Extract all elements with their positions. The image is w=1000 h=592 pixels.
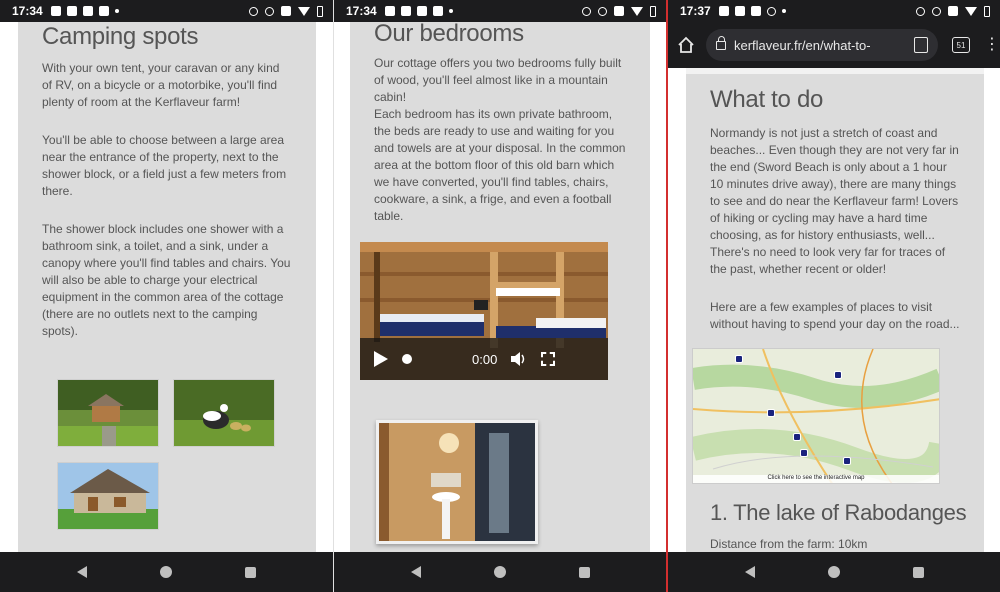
sim-icon: [82, 6, 93, 16]
distance-text: Distance from the farm: 10km: [710, 537, 868, 551]
photo-thumbnail-ducks[interactable]: [173, 379, 275, 447]
system-nav-bar: [0, 552, 333, 592]
battery-icon: [984, 5, 990, 17]
more-notifications-icon: [114, 9, 119, 13]
link-icon: [932, 6, 941, 16]
status-time: 17:34: [346, 4, 377, 18]
usb-icon: [734, 6, 745, 16]
map-image-link[interactable]: Click here to see the interactive map: [692, 348, 940, 484]
status-time: 17:34: [12, 4, 43, 18]
status-bar: 17:34: [0, 0, 333, 22]
map-pin-icon: [843, 457, 851, 465]
page-content[interactable]: What to do Normandy is not just a stretc…: [668, 68, 1000, 552]
bird-icon: [66, 6, 77, 16]
status-bar: 17:34: [334, 0, 666, 22]
home-icon[interactable]: [493, 566, 506, 578]
browser-toolbar: kerflaveur.fr/en/what-to- 51 ⋮: [668, 22, 1000, 68]
phone-screen-camping: 17:34 Camping spots With your own tent, …: [0, 0, 333, 592]
more-notifications-icon: [781, 9, 786, 13]
paragraph: The shower block includes one shower wit…: [42, 222, 291, 338]
phone-screen-what-to-do: 17:37 kerflaveur.fr/en/what-to- 51 ⋮ Wha…: [668, 0, 1000, 592]
battery-icon: [317, 5, 323, 17]
map-pin-icon: [735, 355, 743, 363]
recent-apps-icon[interactable]: [912, 566, 924, 578]
paragraph: Here are a few examples of places to vis…: [710, 300, 960, 331]
address-bar[interactable]: kerflaveur.fr/en/what-to-: [706, 29, 938, 61]
wifi-icon: [631, 6, 643, 16]
page-title: What to do: [710, 86, 824, 113]
status-time: 17:37: [680, 4, 711, 18]
status-bar: 17:37: [668, 0, 1000, 22]
alarm-icon: [582, 6, 591, 16]
fullscreen-icon[interactable]: [541, 352, 556, 366]
image-icon: [384, 6, 395, 16]
recent-apps-icon[interactable]: [578, 566, 590, 578]
url-text: kerflaveur.fr/en/what-to-: [734, 37, 871, 53]
content-card: Camping spots With your own tent, your c…: [18, 22, 316, 552]
photo-thumbnail-field[interactable]: [57, 379, 159, 447]
map-caption: Click here to see the interactive map: [767, 475, 865, 481]
back-icon[interactable]: [76, 566, 87, 578]
paragraph: Our cottage offers you two bedrooms full…: [374, 56, 622, 104]
section-title: 1. The lake of Rabodanges: [710, 500, 967, 525]
record-icon: [766, 6, 776, 16]
video-controls: 0:00: [360, 338, 608, 380]
alarm-icon: [916, 6, 925, 16]
vibrate-icon: [614, 6, 624, 16]
sim-icon: [416, 6, 427, 16]
home-icon[interactable]: [159, 566, 172, 578]
system-nav-bar: [334, 552, 666, 592]
volume-icon[interactable]: [511, 352, 527, 366]
home-icon[interactable]: [676, 35, 696, 55]
wifi-icon: [965, 6, 977, 16]
page-title: Our bedrooms: [374, 22, 524, 47]
home-icon[interactable]: [827, 566, 840, 578]
video-time: 0:00: [472, 351, 498, 367]
back-icon[interactable]: [410, 566, 421, 578]
map-pin-icon: [793, 433, 801, 441]
photo-bathroom[interactable]: [376, 420, 538, 544]
image-icon: [50, 6, 61, 16]
link-icon: [265, 6, 274, 16]
map-pin-icon: [834, 371, 842, 379]
paragraph: Normandy is not just a stretch of coast …: [710, 126, 959, 276]
page-title: Camping spots: [42, 23, 199, 50]
bird-icon: [718, 6, 729, 16]
usb-icon: [432, 6, 443, 16]
map-pin-icon: [800, 449, 808, 457]
bird-icon: [400, 6, 411, 16]
system-nav-bar: [668, 552, 1000, 592]
seek-slider[interactable]: [402, 354, 412, 364]
overflow-menu-icon[interactable]: ⋮: [984, 37, 1000, 53]
page-content[interactable]: Our bedrooms Our cottage offers you two …: [334, 22, 666, 552]
sim-icon: [750, 6, 761, 16]
vibrate-icon: [948, 6, 958, 16]
reader-mode-icon[interactable]: [914, 37, 928, 53]
section-divider: [686, 68, 984, 74]
tab-switcher-button[interactable]: 51: [952, 37, 970, 53]
paragraph: With your own tent, your caravan or any …: [42, 61, 280, 109]
alarm-icon: [249, 6, 258, 16]
page-content[interactable]: Camping spots With your own tent, your c…: [0, 22, 333, 552]
phone-screen-bedrooms: 17:34 Our bedrooms Our cottage offers yo…: [334, 0, 666, 592]
play-icon[interactable]: [374, 351, 388, 367]
paragraph: Each bedroom has its own private bathroo…: [374, 107, 626, 223]
back-icon[interactable]: [744, 566, 755, 578]
map-pin-icon: [767, 409, 775, 417]
video-player[interactable]: 0:00: [360, 242, 608, 380]
recent-apps-icon[interactable]: [245, 566, 257, 578]
photo-thumbnail-cottage[interactable]: [57, 462, 159, 530]
lock-icon: [716, 35, 726, 50]
vibrate-icon: [281, 6, 291, 16]
paragraph: You'll be able to choose between a large…: [42, 133, 287, 198]
battery-icon: [650, 5, 656, 17]
link-icon: [598, 6, 607, 16]
more-notifications-icon: [448, 9, 453, 13]
usb-icon: [98, 6, 109, 16]
wifi-icon: [298, 6, 310, 16]
